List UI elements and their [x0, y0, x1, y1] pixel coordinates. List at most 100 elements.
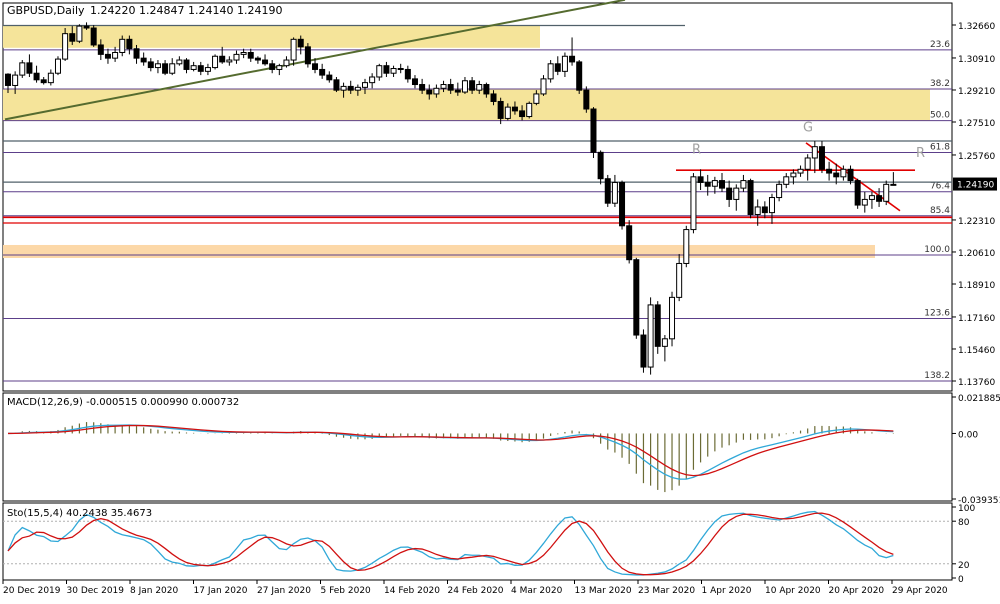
- sto-tick-label: 20: [958, 561, 970, 571]
- date-tick-label: 29 Apr 2020: [892, 586, 948, 596]
- price-tick-label: 1.20610: [958, 249, 995, 259]
- price-tick-label: 1.29210: [958, 87, 995, 97]
- candle-body: [454, 89, 461, 93]
- candle-body: [76, 25, 83, 42]
- candle-body: [262, 59, 269, 65]
- chart-canvas: 23.638.250.061.876.485.4100.0123.6138.2 …: [0, 0, 1000, 600]
- current-price-label: 1.24190: [957, 181, 994, 191]
- price-tick-label: 1.15460: [958, 346, 995, 356]
- candle-body: [233, 53, 240, 61]
- fib-label: 76.4: [930, 182, 950, 192]
- candle-body: [119, 38, 126, 54]
- candle-body: [133, 48, 140, 59]
- fib-label: 23.6: [930, 40, 950, 50]
- candle-body: [511, 106, 518, 112]
- candle-body: [104, 53, 111, 59]
- fib-label: 123.6: [924, 308, 950, 318]
- candle-body: [97, 44, 104, 55]
- candle-body: [669, 296, 676, 340]
- candle-body: [854, 180, 861, 206]
- pattern-annotation: R: [916, 146, 925, 161]
- price-tick-label: 1.22310: [958, 217, 995, 227]
- candle-body: [226, 59, 233, 63]
- date-tick-label: 24 Feb 2020: [448, 586, 504, 596]
- date-tick-label: 10 Apr 2020: [765, 586, 821, 596]
- candle-body: [497, 100, 504, 119]
- date-tick-label: 20 Dec 2019: [3, 586, 61, 596]
- date-tick-label: 30 Dec 2019: [67, 586, 125, 596]
- candle-body: [47, 72, 54, 84]
- price-tick-label: 1.32660: [958, 22, 995, 32]
- date-tick-label: 5 Feb 2020: [321, 586, 372, 596]
- candle-body: [554, 63, 561, 72]
- candle-body: [476, 84, 483, 91]
- candle-body: [818, 146, 825, 170]
- header-ohlc: 1.24220 1.24847 1.24140 1.24190: [90, 4, 282, 17]
- candle-body: [204, 67, 211, 72]
- candle-body: [26, 62, 33, 74]
- candle-body: [297, 38, 304, 48]
- price-tick-label: 1.18910: [958, 281, 995, 291]
- candle-body: [283, 59, 290, 67]
- candle-body: [83, 25, 90, 29]
- candle-body: [247, 52, 254, 59]
- date-tick-label: 13 Mar 2020: [575, 586, 632, 596]
- candle-body: [390, 68, 397, 74]
- candle-body: [162, 63, 169, 74]
- candle-body: [711, 180, 718, 187]
- candle-body: [254, 57, 261, 61]
- candle-body: [219, 55, 226, 63]
- candle-body: [626, 225, 633, 261]
- date-tick-label: 14 Feb 2020: [384, 586, 440, 596]
- candle-body: [676, 262, 683, 298]
- candle-body: [519, 110, 526, 118]
- candle-body: [690, 176, 697, 231]
- candle-body: [212, 55, 219, 69]
- candle-body: [633, 259, 640, 336]
- candle-body: [526, 102, 533, 118]
- sto-tick-label: 100: [958, 504, 975, 514]
- candle-body: [147, 61, 154, 69]
- price-tick-label: 1.25760: [958, 152, 995, 162]
- candle-body: [19, 62, 26, 76]
- candle-body: [868, 195, 875, 200]
- candle-body: [447, 84, 454, 91]
- pattern-annotation: R: [692, 142, 701, 157]
- date-tick-label: 17 Jan 2020: [194, 586, 248, 596]
- candle-body: [754, 206, 761, 215]
- fib-label: 50.0: [930, 111, 950, 121]
- candle-body: [140, 57, 147, 63]
- candle-body: [847, 168, 854, 182]
- candle-body: [354, 86, 361, 91]
- candle-body: [726, 187, 733, 200]
- candle-body: [333, 79, 340, 91]
- candle-body: [890, 183, 897, 186]
- pattern-annotation: G: [803, 121, 813, 136]
- candle-body: [583, 89, 590, 110]
- candle-body: [533, 93, 540, 104]
- candle-body: [768, 197, 775, 214]
- candle-body: [790, 172, 797, 178]
- trading-chart-window: 23.6 38.2 50.0 61.8 76.4 85.4 100.0 123.6 138.2 …: [0, 0, 1000, 600]
- candle-body: [319, 68, 326, 76]
- candle-body: [833, 172, 840, 178]
- candle-body: [876, 195, 883, 202]
- candle-body: [561, 55, 568, 72]
- candle-body: [5, 73, 11, 86]
- candle-body: [126, 38, 133, 50]
- candle-body: [569, 55, 576, 63]
- candle-body: [611, 181, 618, 204]
- candle-body: [369, 76, 376, 84]
- fib-label: 38.2: [930, 79, 950, 89]
- candle-body: [661, 338, 668, 347]
- header-symbol: GBPUSD,Daily: [7, 4, 85, 17]
- macd-label: MACD(12,26,9) -0.000515 0.000990 0.00073…: [7, 397, 239, 408]
- candle-body: [590, 108, 597, 153]
- candle-body: [269, 63, 276, 70]
- price-tick-label: 1.17160: [958, 314, 995, 324]
- candle-body: [69, 33, 76, 42]
- candle-body: [40, 79, 47, 84]
- candle-body: [697, 176, 704, 183]
- price-tick-label: 1.13760: [958, 378, 995, 388]
- candle-body: [433, 87, 440, 95]
